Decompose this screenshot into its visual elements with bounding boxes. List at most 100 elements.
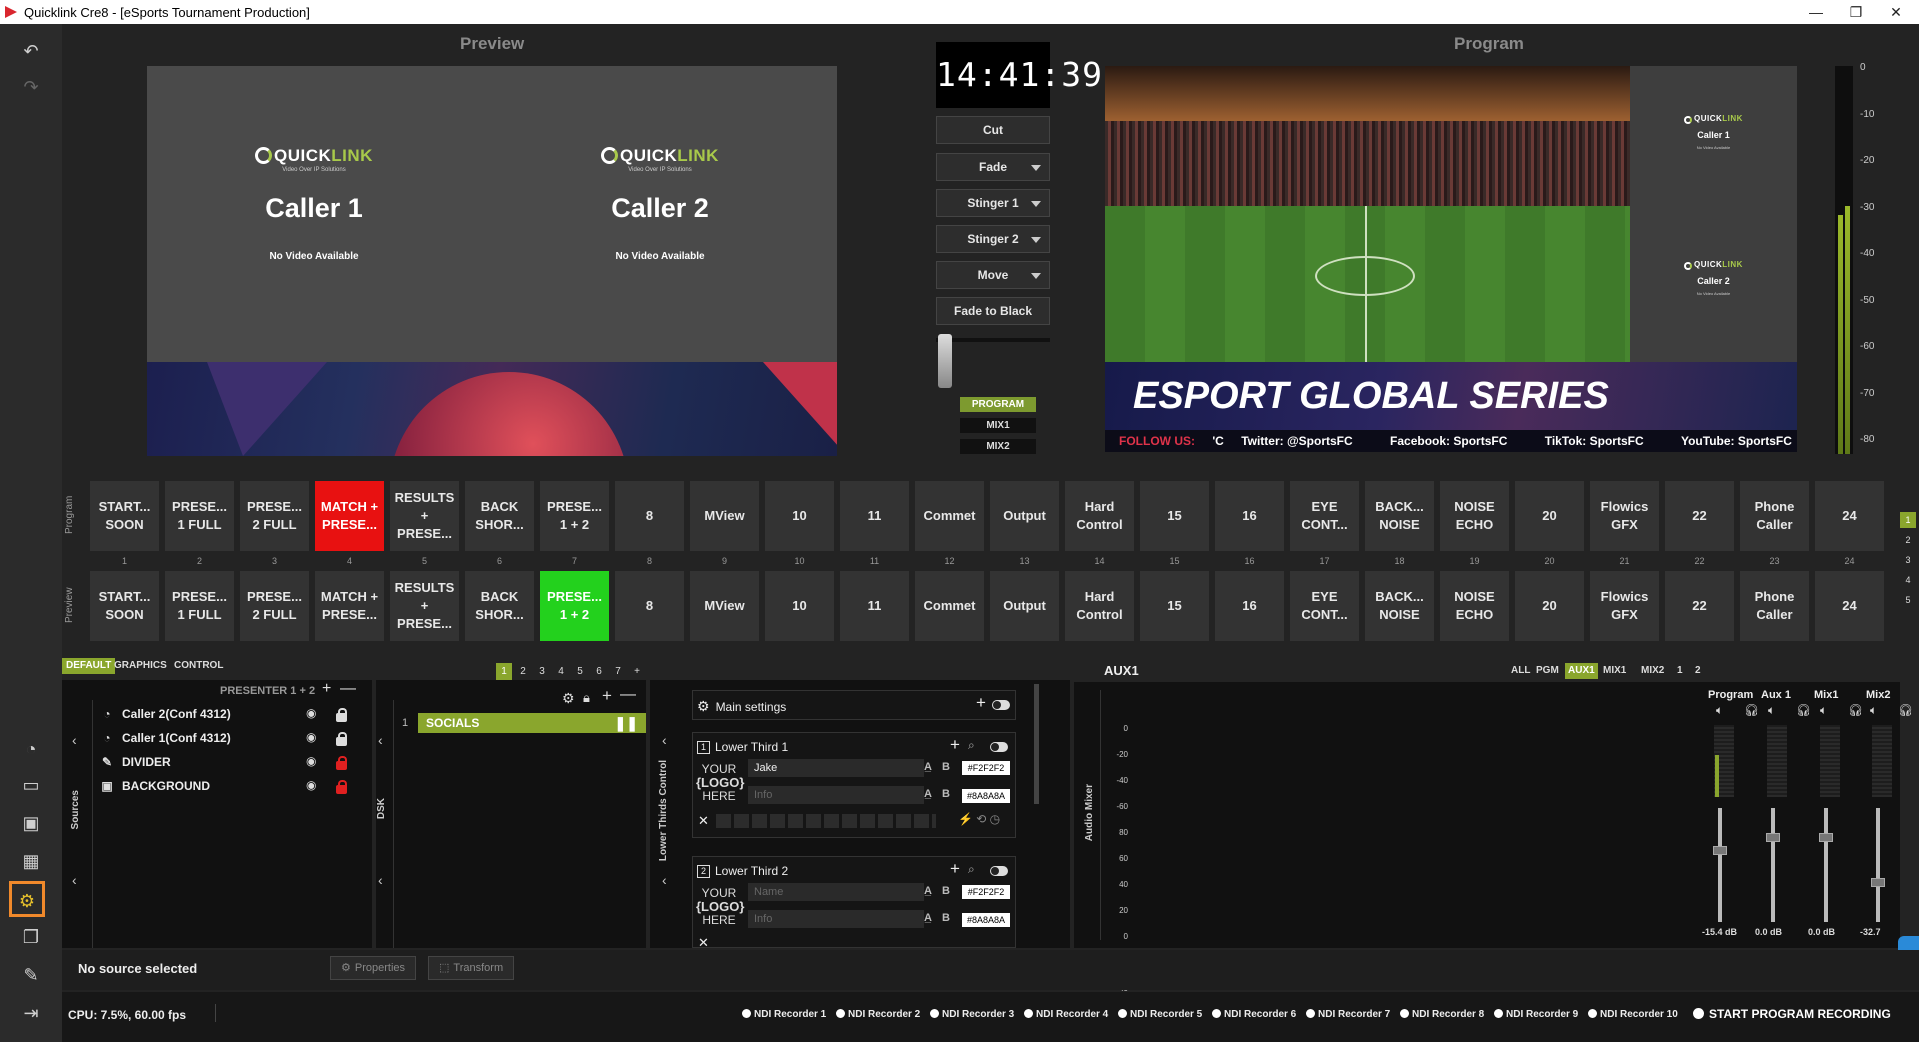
aux-tab-mix2[interactable]: MIX2 — [1638, 663, 1667, 679]
stinger-1-button[interactable]: Stinger 1 — [936, 189, 1050, 217]
search-icon[interactable]: ⌕ — [968, 862, 975, 877]
lower-third-1-toggle[interactable] — [990, 742, 1008, 752]
pause-icon[interactable]: ❚❚ — [615, 713, 638, 733]
chevron-down-icon[interactable] — [1031, 237, 1041, 243]
search-icon[interactable]: ⌕ — [968, 738, 975, 753]
font-icon[interactable]: A̲ — [924, 788, 932, 800]
dsk-page-add[interactable]: + — [629, 663, 645, 680]
bold-icon[interactable]: B — [942, 761, 950, 773]
animation-slots[interactable] — [716, 814, 936, 828]
redo-icon[interactable]: ↷ — [14, 70, 48, 104]
aux-tab-aux1[interactable]: AUX1 — [1565, 663, 1598, 679]
lock-icon[interactable] — [336, 780, 347, 794]
collapse-left-icon[interactable]: ‹ — [378, 732, 383, 748]
info-color[interactable]: #8A8A8A — [962, 789, 1010, 803]
add-icon[interactable]: + — [950, 735, 960, 755]
dsk-page-1[interactable]: 1 — [496, 663, 512, 680]
program-cell[interactable]: Output — [990, 481, 1059, 551]
program-cell[interactable]: BACK SHOR... — [465, 481, 534, 551]
visibility-eye-icon[interactable]: ◉ — [306, 778, 316, 792]
collapse-left-icon[interactable]: ‹ — [662, 732, 667, 748]
exit-icon[interactable]: ⇥ — [14, 996, 48, 1030]
aux-tab-1[interactable]: 1 — [1674, 663, 1686, 679]
preview-cell[interactable]: EYE CONT... — [1290, 571, 1359, 641]
dsk-item-socials[interactable]: SOCIALS ❚❚ — [418, 713, 646, 733]
collapse-left-icon[interactable]: ‹ — [378, 872, 383, 888]
preview-cell[interactable]: PRESE... 2 FULL — [240, 571, 309, 641]
preview-cell[interactable]: START... SOON — [90, 571, 159, 641]
preview-cell[interactable]: 16 — [1215, 571, 1284, 641]
preview-cell[interactable]: RESULTS + PRESE... — [390, 571, 459, 641]
dsk-page-7[interactable]: 7 — [610, 663, 626, 680]
chevron-down-icon[interactable] — [1031, 165, 1041, 171]
bus-program-button[interactable]: PROGRAM — [960, 397, 1036, 412]
visibility-eye-icon[interactable]: ◉ — [306, 754, 316, 768]
ndi-recorder-9[interactable]: NDI Recorder 9 — [1494, 1009, 1578, 1020]
clear-icon[interactable]: ✕ — [698, 813, 709, 829]
properties-button[interactable]: ⚙ Properties — [330, 956, 417, 980]
minimize-button[interactable]: — — [1796, 2, 1836, 22]
mixer-fader-knob[interactable] — [1819, 833, 1833, 842]
fade-to-black-button[interactable]: Fade to Black — [936, 297, 1050, 325]
program-cell[interactable]: PRESE... 1 FULL — [165, 481, 234, 551]
quicklink-icon[interactable]: ◔ — [14, 732, 48, 766]
preview-cell[interactable]: PRESE... 1 + 2 — [540, 571, 609, 641]
program-cell[interactable]: MATCH + PRESE... — [315, 481, 384, 551]
program-cell[interactable]: 10 — [765, 481, 834, 551]
ndi-recorder-10[interactable]: NDI Recorder 10 — [1588, 1009, 1678, 1020]
preview-cell[interactable]: Phone Caller — [1740, 571, 1809, 641]
speaker-icon[interactable]: 🔈︎ — [1716, 703, 1723, 718]
bus-mix2-button[interactable]: MIX2 — [960, 439, 1036, 454]
chevron-down-icon[interactable] — [1031, 273, 1041, 279]
cut-button[interactable]: Cut — [936, 116, 1050, 144]
multiview-icon[interactable]: ▣ — [14, 806, 48, 840]
tbar-handle[interactable] — [938, 334, 952, 388]
program-cell[interactable]: RESULTS + PRESE... — [390, 481, 459, 551]
program-cell[interactable]: MView — [690, 481, 759, 551]
aux-tab-all[interactable]: ALL — [1508, 663, 1533, 679]
bus-mix1-button[interactable]: MIX1 — [960, 418, 1036, 433]
preview-cell[interactable]: 22 — [1665, 571, 1734, 641]
name-color[interactable]: #F2F2F2 — [962, 885, 1010, 899]
close-button[interactable]: ✕ — [1876, 2, 1916, 22]
speaker-icon[interactable]: 🔈︎ — [1820, 703, 1827, 718]
ndi-recorder-7[interactable]: NDI Recorder 7 — [1306, 1009, 1390, 1020]
program-cell[interactable]: 16 — [1215, 481, 1284, 551]
preview-cell[interactable]: NOISE ECHO — [1440, 571, 1509, 641]
program-cell[interactable]: NOISE ECHO — [1440, 481, 1509, 551]
source-item[interactable]: ▣ BACKGROUND — [100, 779, 210, 793]
lower-third-name-input[interactable]: Name — [748, 883, 924, 901]
tools-icon[interactable]: ✎ — [14, 958, 48, 992]
mixer-fader-knob[interactable] — [1871, 878, 1885, 887]
preview-cell[interactable]: 24 — [1815, 571, 1884, 641]
name-color[interactable]: #F2F2F2 — [962, 761, 1010, 775]
undo-icon[interactable]: ↶ — [14, 34, 48, 68]
lower-third-name-input[interactable]: Jake — [748, 759, 924, 777]
aux-tab-mix1[interactable]: MIX1 — [1600, 663, 1629, 679]
program-cell[interactable]: 15 — [1140, 481, 1209, 551]
collapse-left-icon[interactable]: ‹ — [72, 872, 77, 888]
add-dsk-button[interactable]: + — [602, 686, 612, 706]
preview-cell[interactable]: 11 — [840, 571, 909, 641]
add-icon[interactable]: + — [950, 859, 960, 879]
preview-cell[interactable]: BACK SHOR... — [465, 571, 534, 641]
preview-cell[interactable]: 15 — [1140, 571, 1209, 641]
ndi-recorder-3[interactable]: NDI Recorder 3 — [930, 1009, 1014, 1020]
mixer-fader-knob[interactable] — [1766, 833, 1780, 842]
preview-cell[interactable]: Output — [990, 571, 1059, 641]
dsk-page-4[interactable]: 4 — [553, 663, 569, 680]
source-item[interactable]: ✎ DIVIDER — [100, 755, 171, 769]
bold-icon[interactable]: B — [942, 912, 950, 924]
page-tab-3[interactable]: 3 — [1900, 552, 1916, 568]
lower-third-info-input[interactable]: Info — [748, 786, 924, 804]
preview-cell[interactable]: Flowics GFX — [1590, 571, 1659, 641]
gear-icon[interactable]: ⚙ — [562, 690, 575, 707]
chevron-down-icon[interactable] — [1031, 201, 1041, 207]
add-lower-third-button[interactable]: + — [976, 693, 986, 713]
ndi-recorder-1[interactable]: NDI Recorder 1 — [742, 1009, 826, 1020]
program-cell[interactable]: 22 — [1665, 481, 1734, 551]
gear-icon[interactable]: ⚙ — [9, 881, 45, 917]
font-icon[interactable]: A̲ — [924, 761, 932, 773]
program-cell[interactable]: Flowics GFX — [1590, 481, 1659, 551]
visibility-eye-icon[interactable]: ◉ — [306, 706, 316, 720]
